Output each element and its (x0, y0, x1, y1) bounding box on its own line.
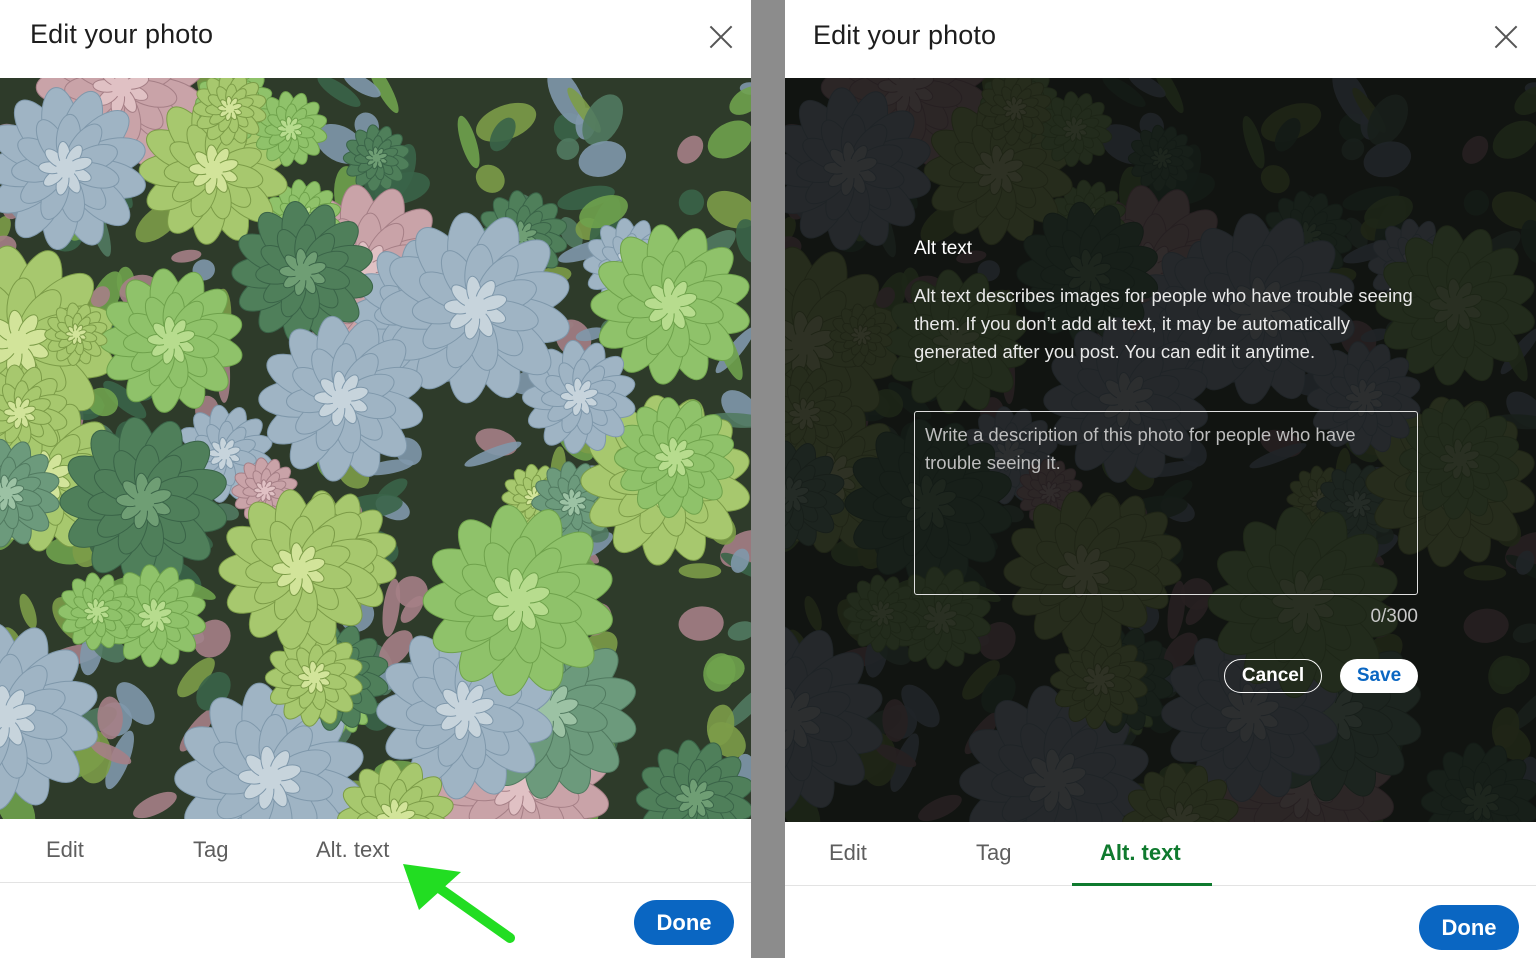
tab-tag[interactable]: Tag (972, 840, 1015, 866)
edit-photo-dialog-right: Edit your photo Alt text Alt text descri… (785, 0, 1536, 958)
edit-photo-dialog-left: Edit your photo Edit Tag Alt. text Done (0, 0, 751, 958)
tab-bar: Edit Tag Alt. text (785, 822, 1536, 886)
alt-text-panel: Alt text Alt text describes images for p… (914, 238, 1418, 693)
character-counter: 0/300 (1370, 606, 1418, 627)
photo-preview: Alt text Alt text describes images for p… (785, 78, 1536, 822)
active-tab-indicator (1072, 883, 1212, 886)
tab-tag[interactable]: Tag (189, 837, 232, 863)
alt-text-overlay: Alt text Alt text describes images for p… (785, 78, 1536, 822)
save-button[interactable]: Save (1340, 659, 1418, 693)
dialog-header: Edit your photo (785, 0, 1536, 78)
dialog-title: Edit your photo (813, 20, 997, 50)
alt-text-description: Alt text describes images for people who… (914, 285, 1413, 362)
dialog-title: Edit your photo (30, 19, 214, 49)
close-icon[interactable] (707, 23, 735, 51)
tab-alt-text[interactable]: Alt. text (312, 837, 393, 863)
dialog-header: Edit your photo (0, 0, 751, 78)
tab-bar: Edit Tag Alt. text (0, 819, 751, 883)
tab-edit[interactable]: Edit (42, 837, 88, 863)
alt-text-input[interactable]: Write a description of this photo for pe… (914, 411, 1418, 595)
photo-preview (0, 78, 751, 819)
done-button[interactable]: Done (634, 900, 734, 945)
cancel-button[interactable]: Cancel (1224, 659, 1322, 693)
tab-edit[interactable]: Edit (825, 840, 871, 866)
done-button[interactable]: Done (1419, 905, 1519, 950)
panel-divider (751, 0, 785, 958)
alt-text-heading: Alt text (914, 238, 973, 259)
close-icon[interactable] (1492, 23, 1520, 51)
tab-alt-text[interactable]: Alt. text (1096, 840, 1185, 866)
succulent-photo (0, 78, 751, 819)
